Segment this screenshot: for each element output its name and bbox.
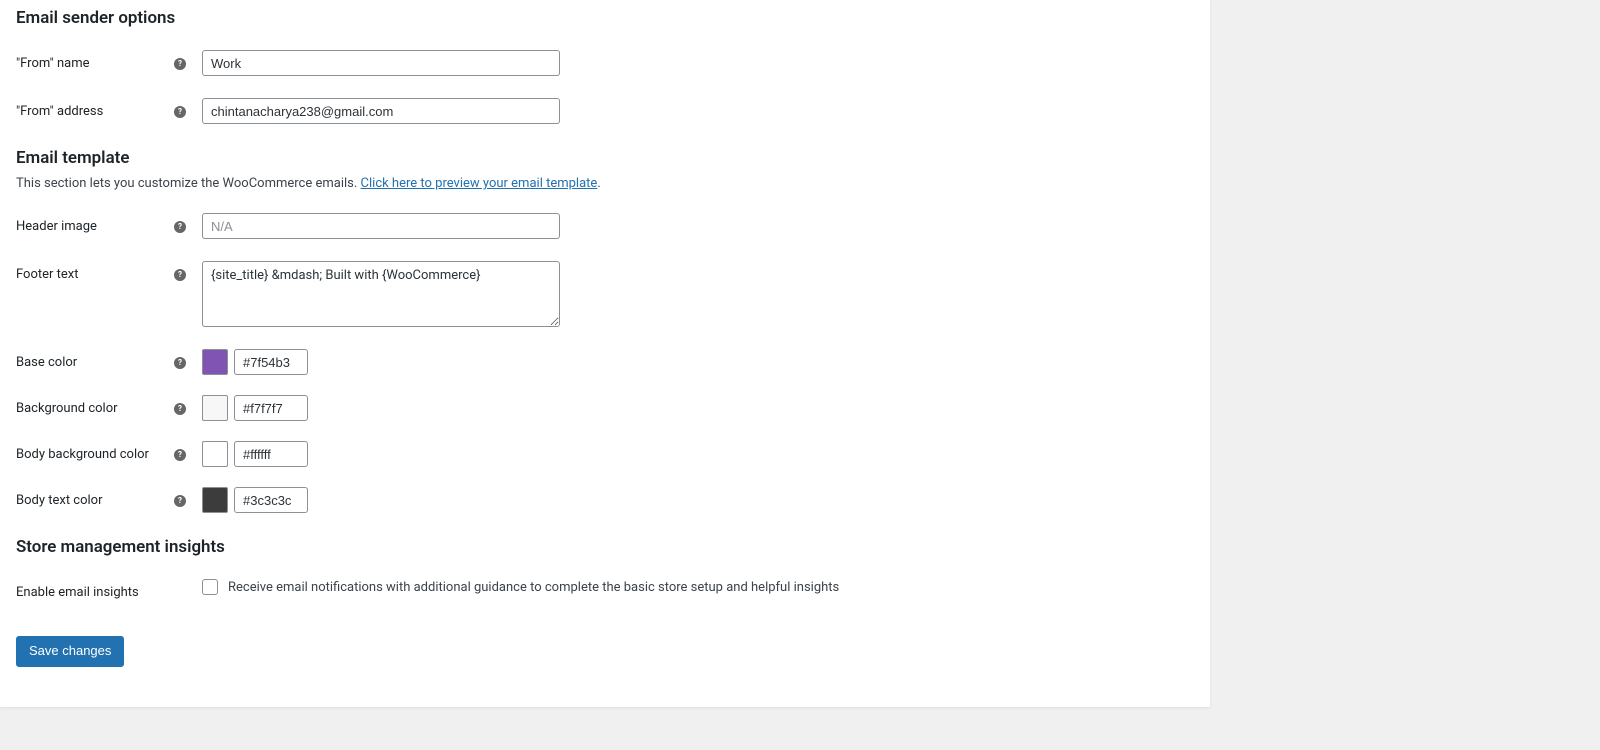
label-body-background-color: Body background color — [16, 447, 166, 462]
body-text-color-swatch[interactable] — [202, 487, 228, 513]
from-address-input[interactable] — [202, 98, 560, 124]
template-desc-prefix: This section lets you customize the WooC… — [16, 176, 361, 191]
label-enable-insights: Enable email insights — [16, 585, 192, 600]
row-enable-insights: Enable email insights Receive email noti… — [16, 579, 1194, 600]
body-background-color-swatch[interactable] — [202, 441, 228, 467]
label-background-color: Background color — [16, 401, 166, 416]
help-icon[interactable]: ? — [174, 449, 186, 461]
preview-template-link[interactable]: Click here to preview your email templat… — [361, 176, 598, 191]
label-footer-text: Footer text — [16, 267, 166, 282]
label-base-color: Base color — [16, 355, 166, 370]
help-icon[interactable]: ? — [174, 495, 186, 507]
help-icon[interactable]: ? — [174, 221, 186, 233]
row-background-color: Background color ? — [16, 395, 1194, 421]
background-color-swatch[interactable] — [202, 395, 228, 421]
row-from-address: "From" address ? — [16, 98, 1194, 124]
header-image-input[interactable] — [202, 213, 560, 239]
section-title-insights: Store management insights — [16, 537, 1194, 557]
base-color-input[interactable] — [234, 349, 308, 375]
enable-insights-description: Receive email notifications with additio… — [228, 580, 839, 595]
help-icon[interactable]: ? — [174, 269, 186, 281]
label-from-address: "From" address — [16, 104, 166, 119]
from-name-input[interactable] — [202, 50, 560, 76]
help-icon[interactable]: ? — [174, 58, 186, 70]
template-desc-suffix: . — [597, 176, 600, 191]
body-text-color-input[interactable] — [234, 487, 308, 513]
help-icon[interactable]: ? — [174, 106, 186, 118]
row-base-color: Base color ? — [16, 349, 1194, 375]
row-from-name: "From" name ? — [16, 50, 1194, 76]
row-body-background-color: Body background color ? — [16, 441, 1194, 467]
footer-text-textarea[interactable]: {site_title} &mdash; Built with {WooComm… — [202, 261, 560, 327]
help-icon[interactable]: ? — [174, 357, 186, 369]
help-icon[interactable]: ? — [174, 403, 186, 415]
row-body-text-color: Body text color ? — [16, 487, 1194, 513]
label-body-text-color: Body text color — [16, 493, 166, 508]
row-header-image: Header image ? — [16, 213, 1194, 239]
background-color-input[interactable] — [234, 395, 308, 421]
section-title-template: Email template — [16, 148, 1194, 168]
enable-insights-checkbox[interactable] — [202, 579, 218, 595]
template-description: This section lets you customize the WooC… — [16, 176, 1194, 191]
section-title-sender: Email sender options — [16, 8, 1194, 28]
save-button[interactable]: Save changes — [16, 636, 124, 667]
body-background-color-input[interactable] — [234, 441, 308, 467]
label-header-image: Header image — [16, 219, 166, 234]
base-color-swatch[interactable] — [202, 349, 228, 375]
row-footer-text: Footer text ? {site_title} &mdash; Built… — [16, 261, 1194, 327]
label-from-name: "From" name — [16, 56, 166, 71]
